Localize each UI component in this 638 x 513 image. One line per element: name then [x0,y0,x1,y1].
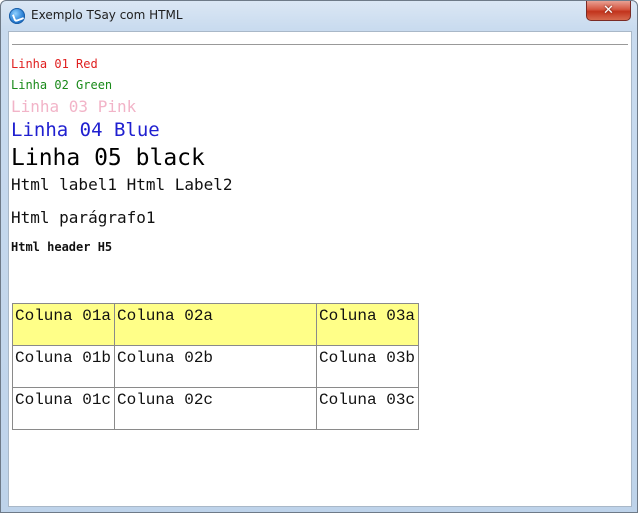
table-cell: Coluna 03c [316,387,419,430]
line-02-green: Linha 02 Green [11,78,113,92]
title-bar[interactable]: Exemplo TSay com HTML ✕ [1,1,637,31]
html-header-h5: Html header H5 [11,240,113,254]
window-title: Exemplo TSay com HTML [31,8,183,22]
html-labels: Html label1 Html Label2 [11,175,233,194]
html-table: Coluna 01a Coluna 02a Coluna 03a Coluna … [12,303,419,430]
line-05-black: Linha 05 black [11,145,205,171]
table-cell: Coluna 01a [12,303,115,346]
line-04-blue: Linha 04 Blue [11,119,160,141]
table-cell: Coluna 02a [114,303,317,346]
app-window: Exemplo TSay com HTML ✕ Linha 01 Red Lin… [0,0,638,513]
horizontal-rule [12,44,628,45]
line-03-pink: Linha 03 Pink [11,97,137,116]
close-button[interactable]: ✕ [586,1,631,21]
table-row: Coluna 01c Coluna 02c Coluna 03c [12,387,419,430]
line-01-red: Linha 01 Red [11,57,98,71]
table-cell: Coluna 02b [114,345,317,388]
table-cell: Coluna 01c [12,387,115,430]
table-cell: Coluna 03b [316,345,419,388]
table-row: Coluna 01b Coluna 02b Coluna 03b [12,345,419,388]
table-cell: Coluna 03a [316,303,419,346]
table-cell: Coluna 02c [114,387,317,430]
close-icon: ✕ [603,3,614,18]
content-area: Linha 01 Red Linha 02 Green Linha 03 Pin… [8,31,632,507]
table-cell: Coluna 01b [12,345,115,388]
table-row: Coluna 01a Coluna 02a Coluna 03a [12,303,419,346]
html-paragraph: Html parágrafo1 [11,208,156,227]
app-icon [9,8,25,24]
